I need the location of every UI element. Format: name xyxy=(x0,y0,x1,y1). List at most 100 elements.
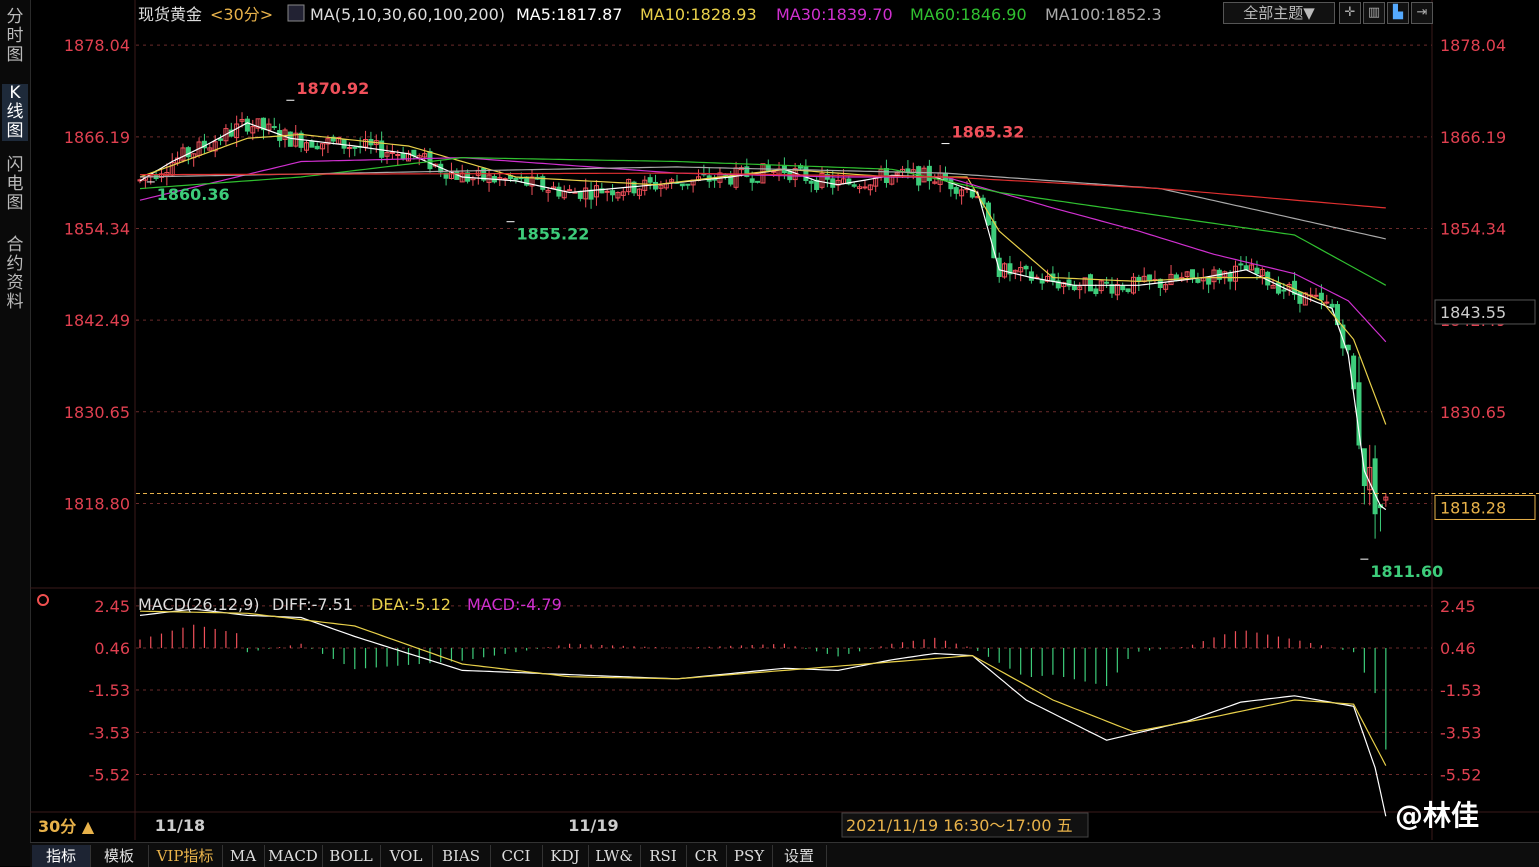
candle-body xyxy=(1324,301,1330,304)
settings-gear-icon xyxy=(37,594,49,606)
price-tick-left: 1842.49 xyxy=(64,311,130,330)
candle-body xyxy=(1329,303,1335,308)
candle-body xyxy=(765,164,771,171)
macd-tick-right: 2.45 xyxy=(1440,597,1476,616)
candle-body xyxy=(244,118,250,132)
price-tick-left: 1830.65 xyxy=(64,403,130,422)
indicator-tabs: 指标 模板 VIP指标 MA MACD BOLL VOL BIAS CCI KDJ LW& RSI CR… xyxy=(30,842,1539,867)
price-annotation: 1860.36 xyxy=(157,185,230,204)
ma-chart-icon xyxy=(287,4,305,22)
candle-body xyxy=(1243,265,1249,271)
theme-button[interactable]: 全部主题▼ xyxy=(1223,2,1335,24)
indicator-tab[interactable]: MA xyxy=(222,845,265,867)
candle-body xyxy=(1190,269,1196,278)
candle-body xyxy=(905,168,911,173)
ma10-value: MA10:1828.93 xyxy=(640,5,757,24)
candle-body xyxy=(653,181,659,190)
candle-body xyxy=(218,138,224,141)
macd-tick-left: -3.53 xyxy=(89,723,130,742)
candle-body xyxy=(679,183,685,187)
candle-body xyxy=(556,186,562,197)
ma-definition: MA(5,10,30,60,100,200) xyxy=(310,5,505,24)
macd-tick-left: 2.45 xyxy=(94,597,130,616)
candle-body xyxy=(1297,291,1303,304)
indicator-tab[interactable]: RSI xyxy=(640,845,687,867)
ma60-value: MA60:1846.90 xyxy=(910,5,1027,24)
candle-body xyxy=(395,154,401,157)
macd-tick-right: -5.52 xyxy=(1440,765,1481,784)
candle-body xyxy=(352,146,358,149)
candle-body xyxy=(1318,292,1324,301)
dea-line xyxy=(139,610,1387,766)
macd-diff-value: DIFF:-7.51 xyxy=(272,595,353,614)
candle-body xyxy=(1281,289,1287,292)
indicator-tab[interactable]: VOL xyxy=(380,845,433,867)
macd-panel xyxy=(139,608,1387,817)
candle-body xyxy=(271,126,277,129)
candle-body xyxy=(1227,272,1233,282)
candle-body xyxy=(567,189,573,192)
ma100-value: MA100:1852.3 xyxy=(1045,5,1162,24)
candle-body xyxy=(1109,284,1115,294)
candle-body xyxy=(1147,274,1153,282)
ma5-value: MA5:1817.87 xyxy=(516,5,622,24)
candle-body xyxy=(1028,271,1034,281)
indicator-tab[interactable]: KDJ xyxy=(542,845,589,867)
period-selector[interactable]: 30分 ▲ xyxy=(38,814,128,840)
price-annotation: 1855.22 xyxy=(517,225,590,244)
price-tick-right: 1830.65 xyxy=(1440,403,1506,422)
crosshair-time-label: 2021/11/19 16:30～17:00 五 xyxy=(846,816,1073,835)
indicator-tab[interactable]: 指标 xyxy=(32,845,91,867)
price-tick-right: 1854.34 xyxy=(1440,220,1506,239)
diff-line xyxy=(139,608,1387,817)
candle-body xyxy=(341,139,347,149)
price-tick-left: 1866.19 xyxy=(64,128,130,147)
candle-body xyxy=(513,177,519,181)
crosshair-price-label: 1843.55 xyxy=(1440,303,1506,322)
macd-tick-right: 0.46 xyxy=(1440,639,1476,658)
candle-body xyxy=(309,140,315,148)
macd-tick-right: -3.53 xyxy=(1440,723,1481,742)
indicator-tab[interactable]: 模板 xyxy=(90,845,149,867)
indicator-tab[interactable]: 设置 xyxy=(772,845,827,867)
candle-body xyxy=(1206,277,1212,285)
symbol-label: 现货黄金 xyxy=(138,5,202,24)
time-tick: 11/18 xyxy=(155,816,205,835)
candle-body xyxy=(803,166,809,182)
price-annotation: 1865.32 xyxy=(952,123,1025,142)
indicator-tab[interactable]: BIAS xyxy=(432,845,491,867)
candle-body xyxy=(1023,265,1029,270)
crosshair-icon[interactable]: ✛ xyxy=(1339,2,1361,24)
price-tick-right: 1878.04 xyxy=(1440,36,1506,55)
indicator-tab[interactable]: LW& xyxy=(588,845,641,867)
indicator-tab[interactable]: MACD xyxy=(264,845,323,867)
macd-tick-right: -1.53 xyxy=(1440,681,1481,700)
candle-body xyxy=(1313,294,1319,297)
indicator-tab[interactable]: BOLL xyxy=(322,845,381,867)
candle-body xyxy=(1104,281,1110,284)
macd-tick-left: 0.46 xyxy=(94,639,130,658)
macd-value: MACD:-4.79 xyxy=(467,595,562,614)
indicator-tab[interactable]: PSY xyxy=(726,845,773,867)
candle-body xyxy=(685,183,691,186)
macd-tick-left: -1.53 xyxy=(89,681,130,700)
export-icon[interactable]: ⇥ xyxy=(1411,2,1433,24)
layout-icon[interactable]: ▥ xyxy=(1363,2,1385,24)
candle-body xyxy=(749,178,755,183)
candle-body xyxy=(588,189,594,200)
kline-chart[interactable]: 1878.04 1878.04 1866.19 1866.19 1854.34 1854.… xyxy=(0,0,1539,866)
candle-body xyxy=(610,190,616,196)
indicator-tab[interactable]: VIP指标 xyxy=(148,845,223,867)
candle-body xyxy=(755,180,761,183)
chart-mode-icon[interactable]: ▙ xyxy=(1387,2,1409,24)
period-tag: <30分> xyxy=(210,5,273,24)
indicator-tab[interactable]: CCI xyxy=(490,845,543,867)
price-tick-right: 1866.19 xyxy=(1440,128,1506,147)
candle-body xyxy=(427,151,433,170)
macd-definition: MACD(26,12,9) xyxy=(138,595,260,614)
price-tick-left: 1854.34 xyxy=(64,220,130,239)
macd-dea-value: DEA:-5.12 xyxy=(371,595,451,614)
candle-body xyxy=(1195,278,1201,283)
candle-body xyxy=(604,190,610,193)
indicator-tab[interactable]: CR xyxy=(686,845,727,867)
